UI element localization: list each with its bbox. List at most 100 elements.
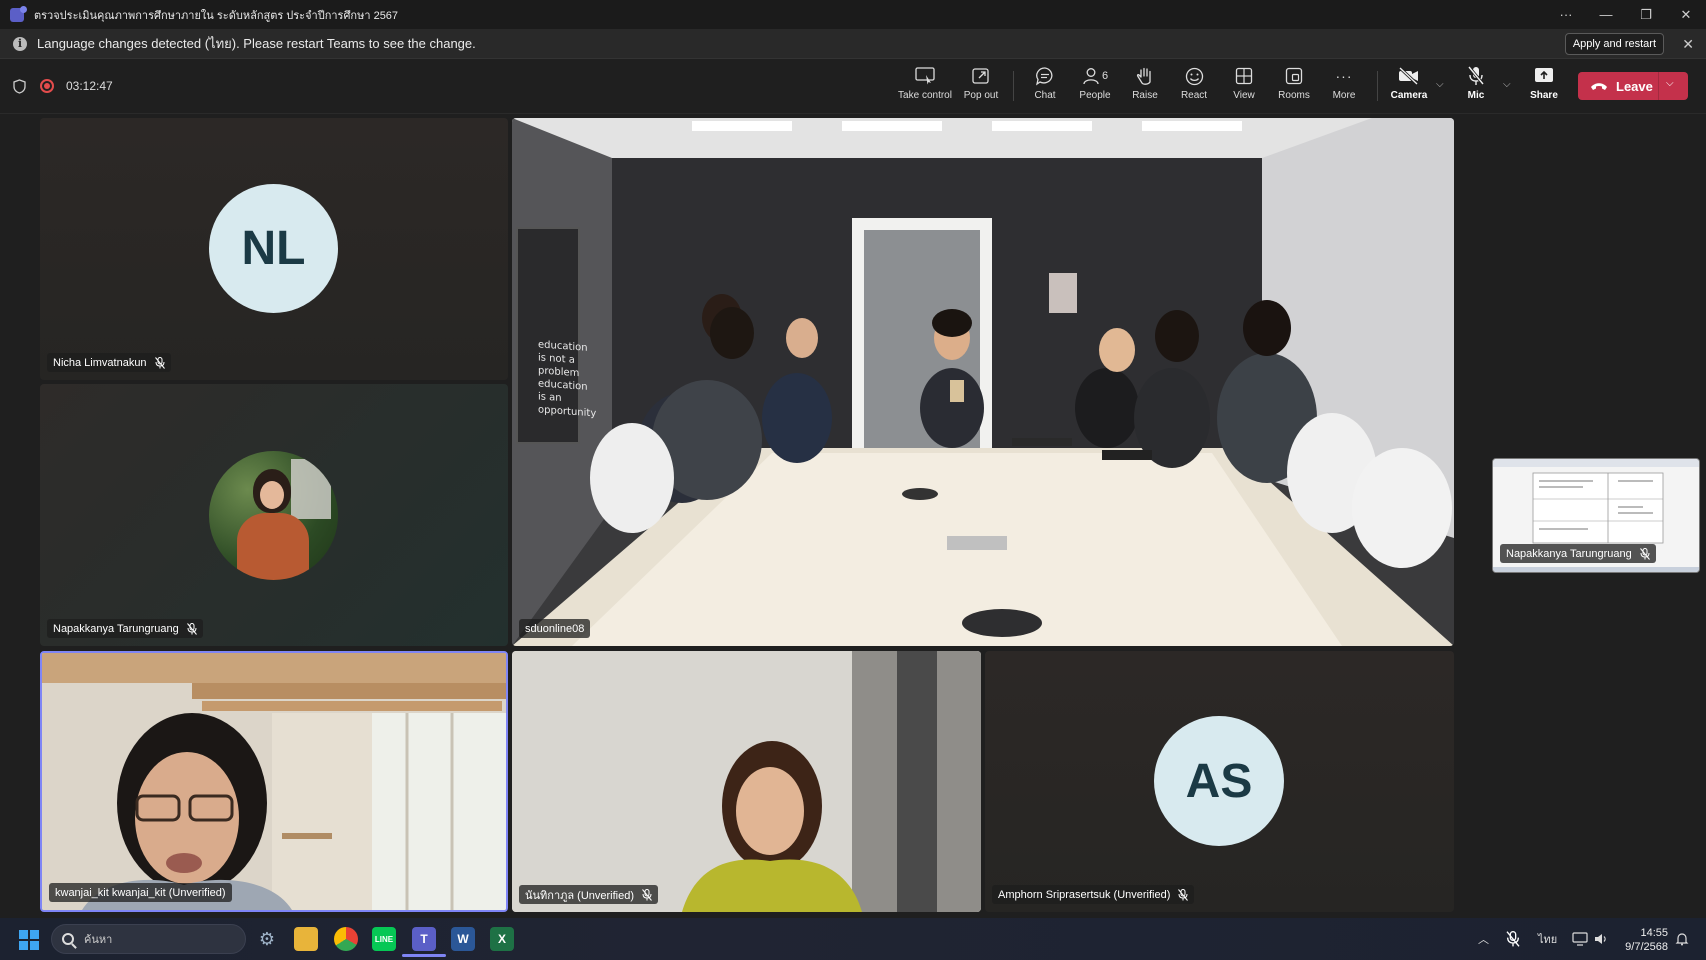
participant-name: Amphorn Sriprasertsuk (Unverified) [998,888,1171,901]
clock-date: 9/7/2568 [1625,941,1668,953]
participant-name: kwanjai_kit kwanjai_kit (Unverified) [55,886,226,899]
participant-tile[interactable]: นันทิกาภูล (Unverified) [512,651,981,912]
info-icon: i [13,36,27,51]
raise-hand-icon [1136,65,1154,87]
participant-tile[interactable]: NL Nicha Limvatnakun [40,118,508,380]
video-feed [42,653,506,910]
pop-out-button[interactable]: Pop out [955,65,1007,109]
network-icon[interactable] [1572,918,1588,960]
react-label: React [1180,90,1208,101]
notification-bell-icon[interactable] [1675,918,1689,960]
avatar [209,451,338,580]
apply-and-restart-button[interactable]: Apply and restart [1564,33,1664,55]
language-banner: i Language changes detected (ไทย). Pleas… [0,29,1706,59]
recording-icon [40,79,54,93]
tray-overflow-chevron-icon[interactable]: ︿ [1478,918,1489,960]
word-app-icon[interactable]: W [451,927,475,951]
pop-out-icon [972,65,990,87]
input-language[interactable]: ไทย [1538,918,1557,960]
participant-name-tag: sduonline08 [519,619,591,638]
tray-mic-muted-icon[interactable] [1506,918,1520,960]
more-options-icon[interactable]: ··· [1546,0,1586,29]
share-button[interactable]: Share [1518,65,1570,109]
chat-icon [1035,65,1055,87]
chat-button[interactable]: Chat [1019,65,1071,109]
screen-share-thumbnail[interactable]: Napakkanya Tarungruang [1492,458,1700,573]
video-feed [512,651,981,912]
take-control-label: Take control [898,90,952,101]
mic-muted-icon [642,888,652,901]
rooms-button[interactable]: Rooms [1268,65,1320,109]
window-controls: ··· — ❐ ✕ [1546,0,1706,29]
more-button[interactable]: ··· More [1318,65,1370,109]
excel-app-icon[interactable]: X [490,927,514,951]
view-button[interactable]: View [1218,65,1270,109]
participant-name-tag: Amphorn Sriprasertsuk (Unverified) [992,885,1195,904]
mic-off-icon [1467,65,1485,87]
view-label: View [1233,90,1255,101]
window-title: ตรวจประเมินคุณภาพการศึกษาภายใน ระดับหลัก… [34,9,399,22]
participant-tile[interactable]: AS Amphorn Sriprasertsuk (Unverified) [985,651,1454,912]
participant-name-tag: Napakkanya Tarungruang [47,619,203,638]
system-clock[interactable]: 14:55 9/7/2568 [1625,926,1668,954]
camera-label: Camera [1390,90,1428,101]
search-placeholder: ค้นหา [84,934,113,946]
close-window-icon[interactable]: ✕ [1666,0,1706,29]
participant-tile[interactable]: Napakkanya Tarungruang [40,384,508,646]
volume-icon[interactable] [1594,918,1608,960]
toolbar-divider [1377,71,1378,101]
room-poster: education is not a problem education is … [538,338,596,419]
leave-options-chevron-icon[interactable]: ⌵ [1666,78,1674,89]
windows-taskbar: ค้นหา ⚙ LINE T W X ︿ ไทย 14:55 9/7/2568 [0,918,1706,960]
camera-button[interactable]: Camera [1383,65,1435,109]
react-button[interactable]: React [1168,65,1220,109]
participant-tile[interactable]: education is not a problem education is … [512,118,1454,646]
smiley-icon [1185,65,1204,87]
people-label: People [1079,90,1111,101]
taskbar-search-input[interactable]: ค้นหา [51,924,246,954]
mic-label: Mic [1467,90,1485,101]
take-control-button[interactable]: Take control [898,65,952,109]
line-app-icon[interactable]: LINE [372,927,396,951]
mic-button[interactable]: Mic [1450,65,1502,109]
people-count: 6 [1101,70,1109,82]
minimize-icon[interactable]: — [1586,0,1626,29]
chat-label: Chat [1034,90,1056,101]
file-explorer-icon[interactable] [294,927,318,951]
meeting-toolbar: 03:12:47 Take control Pop out Chat 6 Peo… [0,59,1706,114]
participant-name: Napakkanya Tarungruang [1506,547,1632,560]
view-grid-icon [1235,65,1253,87]
participant-name: นันทิกาภูล (Unverified) [525,889,635,902]
people-button[interactable]: 6 People [1069,65,1121,109]
teams-logo-icon [10,5,27,22]
toolbar-divider [1013,71,1014,101]
chrome-icon[interactable] [334,927,358,951]
settings-gear-icon[interactable]: ⚙ [255,927,279,951]
leave-label: Leave [1616,78,1653,94]
leave-button[interactable]: Leave ⌵ [1578,72,1688,100]
mic-muted-icon [1639,547,1650,560]
people-icon: 6 [1082,65,1108,87]
leave-divider [1658,72,1659,100]
banner-message: Language changes detected (ไทย). Please … [37,36,476,51]
windows-start-icon[interactable] [19,930,39,950]
participant-name-tag: Nicha Limvatnakun [47,353,171,372]
raise-label: Raise [1132,90,1158,101]
participant-tile-active-speaker[interactable]: kwanjai_kit kwanjai_kit (Unverified) [40,651,508,912]
camera-options-chevron-icon[interactable]: ⌵ [1436,79,1444,90]
mic-options-chevron-icon[interactable]: ⌵ [1503,79,1511,90]
mic-muted-icon [1178,888,1189,901]
raise-hand-button[interactable]: Raise [1119,65,1171,109]
close-banner-icon[interactable]: ✕ [1682,36,1694,53]
more-dots-icon: ··· [1335,68,1353,84]
share-icon [1534,65,1554,87]
teams-app-icon[interactable]: T [412,927,436,951]
participant-name-tag: kwanjai_kit kwanjai_kit (Unverified) [49,883,232,902]
more-label: More [1332,90,1356,101]
phone-hangup-icon [1591,83,1607,90]
avatar: AS [1154,716,1284,846]
mic-muted-icon [154,356,165,369]
restore-icon[interactable]: ❐ [1626,0,1666,29]
shield-icon [13,79,26,94]
pop-out-label: Pop out [963,90,999,101]
